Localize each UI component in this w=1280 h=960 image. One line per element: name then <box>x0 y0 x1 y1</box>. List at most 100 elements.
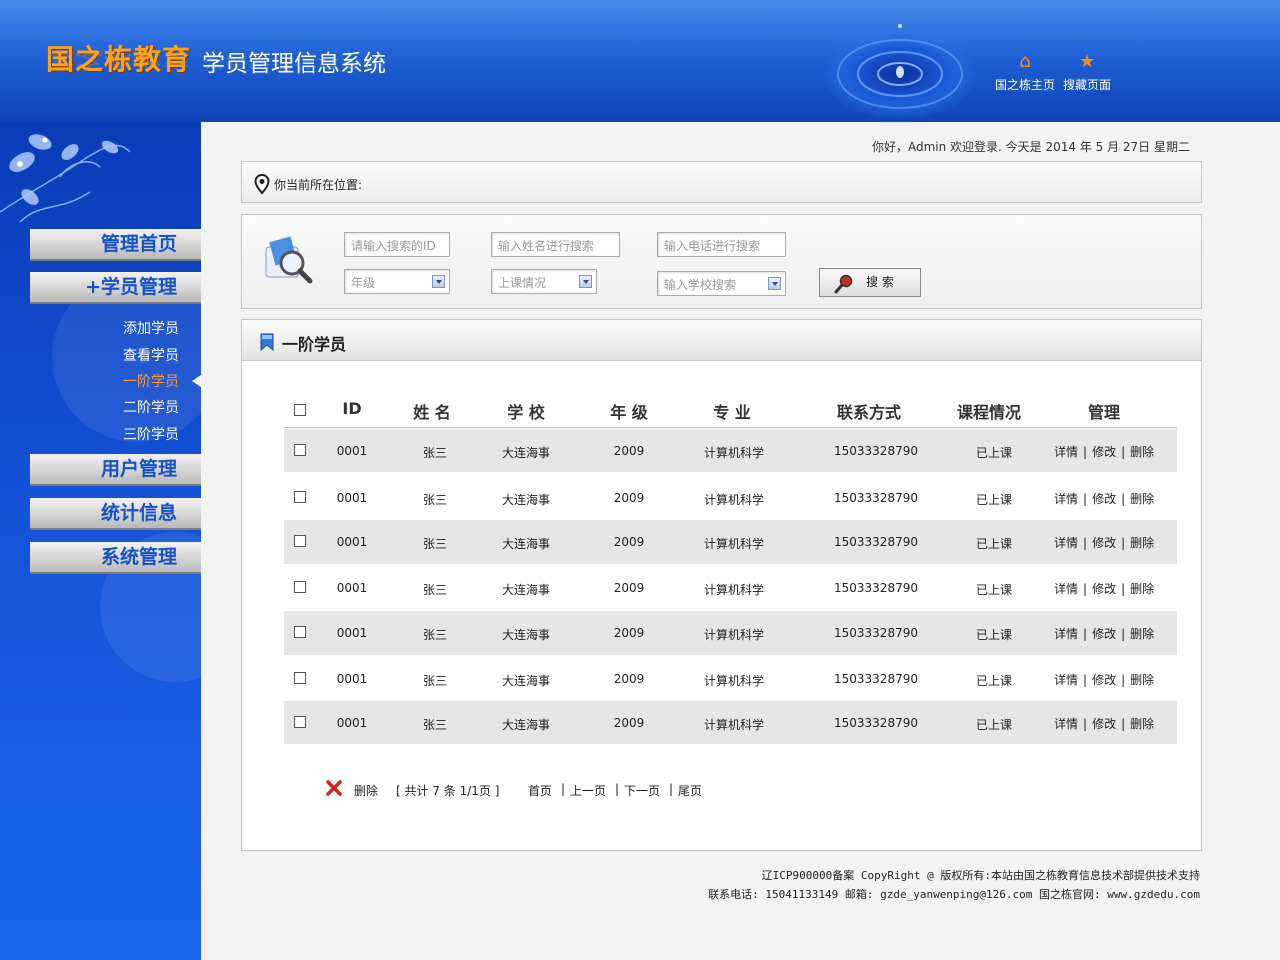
edit-link[interactable]: 修改 <box>1092 717 1116 731</box>
cell-course-status: 已上课 <box>975 445 1012 460</box>
menu-student-management[interactable]: +学员管理 <box>30 272 201 304</box>
detail-link[interactable]: 详情 <box>1054 673 1078 687</box>
table-header-row: ID 姓 名 学 校 年 级 专 业 联系方式 课程情况 管理 <box>284 390 1177 428</box>
delete-link[interactable]: 删除 <box>1130 536 1154 550</box>
cell-id: 0001 <box>336 580 368 595</box>
action-separator: | <box>1121 627 1126 641</box>
table-row: 0001 张三 大连海事 2009 计算机科学 15033328790 已上课 详情 | 修改 | 删… <box>284 701 1177 744</box>
list-header: 一阶学员 <box>242 320 1201 361</box>
action-separator: | <box>1121 492 1126 506</box>
next-page-link[interactable]: 下一页 <box>624 782 660 799</box>
edit-link[interactable]: 修改 <box>1092 627 1116 641</box>
action-separator: | <box>1083 444 1088 459</box>
menu-system-management[interactable]: 系统管理 <box>30 542 201 574</box>
greeting-text: 你好，Admin 欢迎登录. 今天是 2014 年 5 月 27日 星期二 <box>871 140 1190 154</box>
table-row: 0001 张三 大连海事 2009 计算机科学 15033328790 已上课 详情 | 修改 | 删… <box>284 657 1177 701</box>
cell-grade: 2009 <box>613 491 645 505</box>
home-icon: ⌂ <box>1019 51 1031 72</box>
cell-id: 0001 <box>336 626 368 640</box>
menu-statistics[interactable]: 统计信息 <box>30 498 201 530</box>
row-checkbox[interactable] <box>294 443 306 456</box>
detail-link[interactable]: 详情 <box>1054 582 1078 596</box>
home-link[interactable]: ⌂ 国之栋主页 <box>995 52 1055 93</box>
detail-link[interactable]: 详情 <box>1054 492 1078 506</box>
row-checkbox[interactable] <box>294 580 306 593</box>
star-icon: ★ <box>1078 51 1096 72</box>
detail-link[interactable]: 详情 <box>1054 445 1078 459</box>
detail-link[interactable]: 详情 <box>1054 536 1078 550</box>
last-page-link[interactable]: 尾页 <box>678 782 702 799</box>
chevron-down-icon <box>579 275 592 288</box>
cell-major: 计算机科学 <box>703 717 764 732</box>
pager-separator: | <box>669 782 674 796</box>
detail-link[interactable]: 详情 <box>1054 627 1078 641</box>
cell-major: 计算机科学 <box>703 493 764 507</box>
phone-search-input[interactable]: 输入电话进行搜索 <box>657 232 786 257</box>
column-header-course-status: 课程情况 <box>956 403 1021 422</box>
submenu-level3-students[interactable]: 三阶学员 <box>123 424 179 444</box>
menu-user-management[interactable]: 用户管理 <box>30 454 201 486</box>
class-status-select[interactable]: 上课情况 <box>491 269 597 294</box>
edit-link[interactable]: 修改 <box>1092 582 1116 596</box>
menu-home[interactable]: 管理首页 <box>30 229 201 261</box>
delete-link[interactable]: 删除 <box>1130 445 1154 459</box>
cell-id: 0001 <box>336 535 368 549</box>
row-checkbox[interactable] <box>294 491 306 503</box>
cell-phone: 15033328790 <box>834 535 918 549</box>
delete-link[interactable]: 删除 <box>1130 492 1154 506</box>
detail-link[interactable]: 详情 <box>1054 717 1078 731</box>
edit-link[interactable]: 修改 <box>1092 536 1116 550</box>
first-page-link[interactable]: 首页 <box>528 782 552 799</box>
action-separator: | <box>1121 536 1126 550</box>
row-checkbox[interactable] <box>294 672 306 684</box>
row-actions: 详情 | 修改 | 删除 <box>1054 625 1154 642</box>
submenu-view-students[interactable]: 查看学员 <box>123 345 179 365</box>
id-search-input[interactable]: 请输入搜索的ID <box>344 232 450 257</box>
footer-copyright: 辽ICP900000备案 CopyRight @ 版权所有:本站由国之栋教育信息… <box>761 869 1200 882</box>
search-button-label: 搜 索 <box>866 275 894 289</box>
row-actions: 详情 | 修改 | 删除 <box>1054 580 1154 597</box>
table-row: 0001 张三 大连海事 2009 计算机科学 15033328790 已上课 详情 | 修改 | 删… <box>284 429 1177 472</box>
footer: 辽ICP900000备案 CopyRight @ 版权所有:本站由国之栋教育信息… <box>560 866 1200 904</box>
class-status-select-value: 上课情况 <box>498 276 547 290</box>
cell-major: 计算机科学 <box>703 537 764 551</box>
delete-x-icon[interactable] <box>326 780 342 796</box>
column-header-major: 专 业 <box>713 403 751 422</box>
cell-phone: 15033328790 <box>834 672 918 686</box>
cell-grade: 2009 <box>613 626 645 640</box>
previous-page-link[interactable]: 上一页 <box>570 782 606 799</box>
edit-link[interactable]: 修改 <box>1092 492 1116 506</box>
favorite-link[interactable]: ★ 搜藏页面 <box>1063 52 1111 93</box>
active-indicator-arrow-icon <box>192 375 201 387</box>
submenu-level2-students[interactable]: 二阶学员 <box>123 397 179 417</box>
column-header-school: 学 校 <box>507 403 545 422</box>
select-all-checkbox[interactable] <box>294 404 306 416</box>
cell-school: 大连海事 <box>501 537 550 551</box>
row-checkbox[interactable] <box>294 715 306 728</box>
name-search-input[interactable]: 输入姓名进行搜索 <box>491 232 620 257</box>
row-checkbox[interactable] <box>294 626 306 638</box>
cell-grade: 2009 <box>613 535 645 549</box>
search-panel: 请输入搜索的ID 输入姓名进行搜索 输入电话进行搜索 年级 上课情况 输入学校搜… <box>241 214 1202 309</box>
submenu-level1-students[interactable]: 一阶学员 <box>123 371 179 391</box>
submenu-add-student[interactable]: 添加学员 <box>123 318 179 338</box>
delete-link[interactable]: 删除 <box>1130 627 1154 641</box>
bookmark-icon <box>260 333 274 351</box>
action-separator: | <box>1121 716 1126 731</box>
grade-select[interactable]: 年级 <box>344 269 450 294</box>
delete-link[interactable]: 删除 <box>1130 673 1154 687</box>
delete-link[interactable]: 删除 <box>1130 582 1154 596</box>
column-header-grade: 年 级 <box>610 403 648 422</box>
batch-delete-link[interactable]: 删除 <box>354 782 378 799</box>
school-select[interactable]: 输入学校搜索 <box>657 271 786 296</box>
action-separator: | <box>1083 492 1088 506</box>
search-button[interactable]: 搜 索 <box>819 268 921 297</box>
column-header-contact: 联系方式 <box>836 403 901 422</box>
edit-link[interactable]: 修改 <box>1092 445 1116 459</box>
row-checkbox[interactable] <box>294 535 306 547</box>
location-label: 你当前所在位置: <box>274 178 363 192</box>
delete-link[interactable]: 删除 <box>1130 717 1154 731</box>
action-separator: | <box>1083 627 1088 641</box>
location-bar: 你当前所在位置: <box>241 161 1202 203</box>
edit-link[interactable]: 修改 <box>1092 673 1116 687</box>
